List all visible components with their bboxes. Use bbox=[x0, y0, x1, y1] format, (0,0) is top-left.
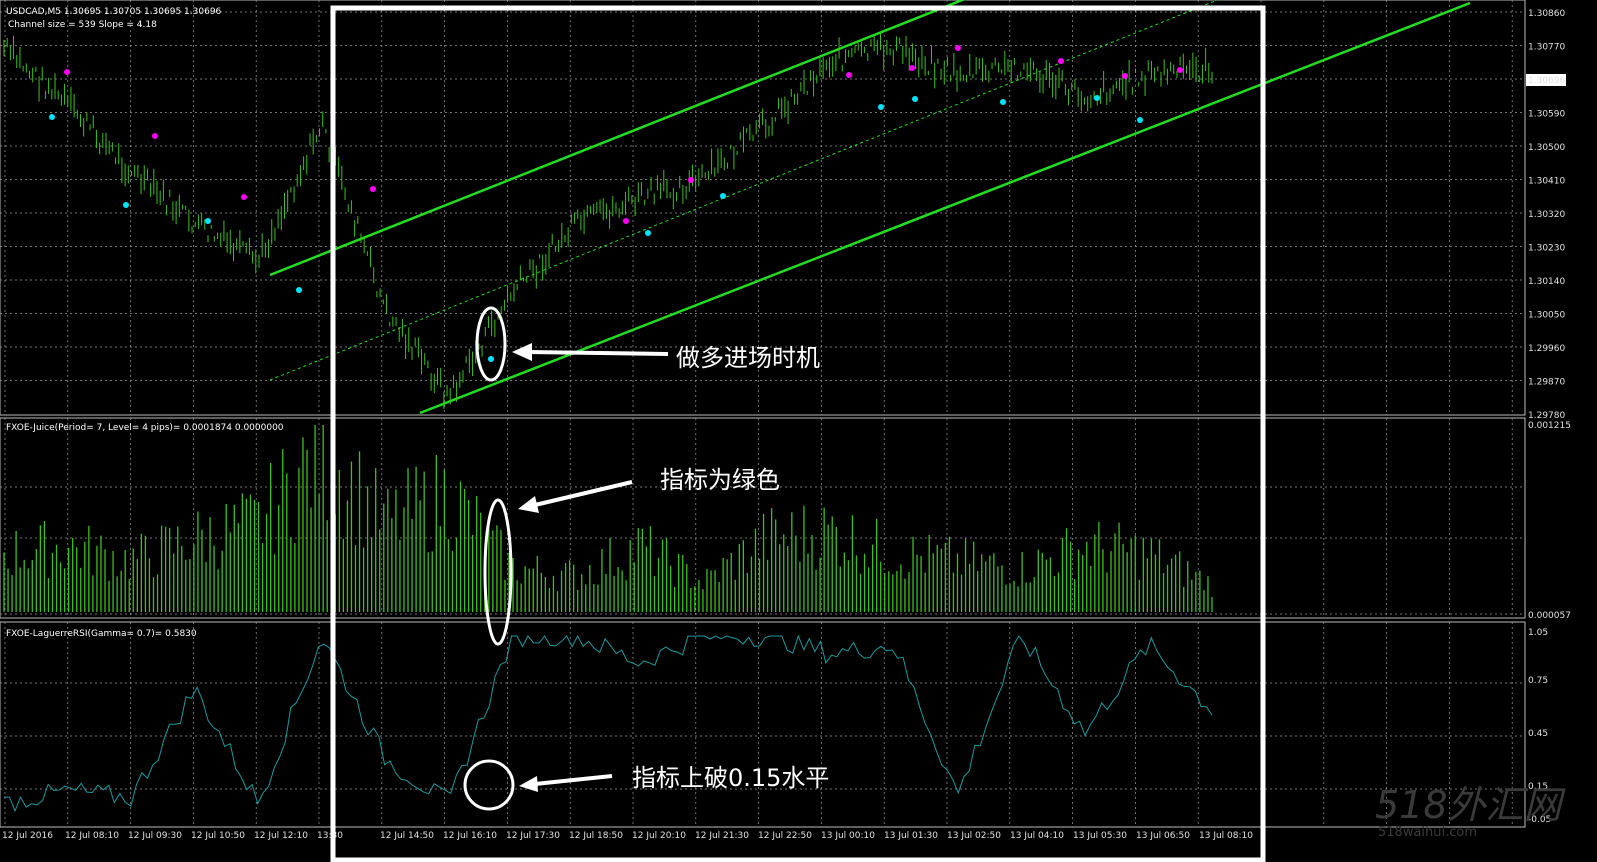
price-tick-label: 1.29960 bbox=[1528, 344, 1565, 354]
price-tick-label: 1.29780 bbox=[1528, 411, 1565, 421]
rsi-label: FXOE-LaguerreRSI(Gamma= 0.7)= 0.5830 bbox=[6, 629, 197, 639]
channel-label: Channel size = 539 Slope = 4.18 bbox=[8, 20, 157, 30]
buy-signal-dot bbox=[912, 96, 918, 102]
time-tick-label: 12 Jul 16:10 bbox=[443, 831, 497, 841]
juice-panel bbox=[0, 417, 1526, 619]
time-tick-label: 12 Jul 08:10 bbox=[65, 831, 119, 841]
regression-channel bbox=[269, 0, 1471, 415]
price-tick-label: 1.30410 bbox=[1528, 177, 1565, 187]
buy-signal-dot bbox=[123, 202, 129, 208]
rsi-annotation: 指标上破0.15水平 bbox=[632, 764, 829, 792]
price-tick-label: 1.29870 bbox=[1528, 378, 1565, 388]
buy-signal-dot bbox=[1094, 95, 1100, 101]
buy-signal-dot bbox=[878, 104, 884, 110]
price-tick-label: 1.30140 bbox=[1528, 277, 1565, 287]
buy-signal-dot bbox=[1000, 99, 1006, 105]
buy-signal-dot bbox=[49, 114, 55, 120]
sell-signal-dot bbox=[1122, 73, 1128, 79]
rsi-tick-label: 0.75 bbox=[1528, 676, 1548, 686]
sell-signal-dot bbox=[1058, 58, 1064, 64]
rsi-arrow bbox=[534, 774, 613, 786]
entry-arrow bbox=[527, 350, 669, 356]
sell-signal-dot bbox=[846, 72, 852, 78]
time-tick-label: 12 Jul 22:50 bbox=[758, 831, 812, 841]
rsi-tick-label: 1.05 bbox=[1528, 628, 1548, 638]
time-tick-label: 12 Jul 2016 bbox=[2, 831, 53, 841]
laguerre-rsi-line bbox=[3, 634, 1213, 813]
juice-axis-bottom: 0.000057 bbox=[1528, 611, 1571, 621]
sell-signal-dot bbox=[370, 186, 376, 192]
green-annotation: 指标为绿色 bbox=[660, 466, 780, 494]
sell-signal-dot bbox=[64, 69, 70, 75]
buy-signal-dot bbox=[205, 218, 211, 224]
time-tick-label: 13 Jul 02:50 bbox=[947, 831, 1001, 841]
time-tick-label: 12 Jul 18:50 bbox=[569, 831, 623, 841]
price-tick-label: 1.30860 bbox=[1528, 9, 1565, 19]
chart-canvas: USDCAD,M5 1.30695 1.30705 1.30695 1.3069… bbox=[0, 0, 1571, 862]
price-tick-label: 1.30500 bbox=[1528, 143, 1565, 153]
juice-histogram bbox=[3, 425, 1213, 612]
channel-upper bbox=[269, 0, 966, 277]
watermark-url: 518waihui.com bbox=[1378, 825, 1477, 840]
buy-signal-dot bbox=[645, 230, 651, 236]
buy-signal-dot bbox=[1137, 117, 1143, 123]
time-tick-label: 12 Jul 21:30 bbox=[695, 831, 749, 841]
sell-signal-dot bbox=[152, 133, 158, 139]
time-tick-label: 12 Jul 20:10 bbox=[632, 831, 686, 841]
time-tick-label: 13 Jul 01:30 bbox=[884, 831, 938, 841]
time-tick-label: 12 Jul 12:10 bbox=[254, 831, 308, 841]
time-axis: 12 Jul 2016 12 Jul 08:10 12 Jul 09:30 12 Ju… bbox=[2, 831, 1253, 841]
juice-label: FXOE-Juice(Period= 7, Level= 4 pips)= 0.… bbox=[6, 423, 284, 433]
entry-arrowhead bbox=[512, 343, 532, 361]
sell-signal-dot bbox=[909, 65, 915, 71]
time-tick-label: 12 Jul 14:50 bbox=[380, 831, 434, 841]
highlight-box bbox=[330, 5, 1266, 862]
rsi-arrowhead bbox=[519, 776, 538, 792]
sell-signal-dot bbox=[688, 177, 694, 183]
symbol-label: USDCAD,M5 1.30695 1.30705 1.30695 1.3069… bbox=[6, 7, 222, 17]
juice-arrowhead bbox=[518, 496, 539, 513]
time-tick-label: 13 Jul 00:10 bbox=[821, 831, 875, 841]
sell-signal-dot bbox=[623, 218, 629, 224]
time-tick-label: 12 Jul 09:30 bbox=[128, 831, 182, 841]
watermark-logo: 518外汇网 bbox=[1375, 783, 1567, 827]
price-tick-label: 1.30050 bbox=[1528, 311, 1565, 321]
time-tick-label: 13:30 bbox=[317, 831, 343, 841]
time-tick-label: 12 Jul 17:30 bbox=[506, 831, 560, 841]
entry-ellipse bbox=[475, 306, 507, 382]
price-tick-label: 1.30590 bbox=[1528, 110, 1565, 120]
time-tick-label: 13 Jul 08:10 bbox=[1199, 831, 1253, 841]
price-tick-label: 1.30770 bbox=[1528, 43, 1565, 53]
buy-signal-dot bbox=[720, 193, 726, 199]
buy-signal-dot bbox=[488, 356, 494, 362]
sell-signal-dot bbox=[241, 194, 247, 200]
rsi-circle bbox=[463, 759, 515, 811]
time-tick-label: 12 Jul 10:50 bbox=[191, 831, 245, 841]
price-tick-label: 1.30230 bbox=[1528, 244, 1565, 254]
price-tick-label: 1.30320 bbox=[1528, 210, 1565, 220]
juice-arrow bbox=[534, 480, 633, 507]
entry-annotation: 做多进场时机 bbox=[676, 344, 820, 372]
juice-axis-top: 0.001215 bbox=[1528, 421, 1571, 431]
time-tick-label: 13 Jul 06:50 bbox=[1136, 831, 1190, 841]
price-axis: 1.30860 1.30770 1.30696 1.30590 1.30500 1.304… bbox=[1526, 9, 1566, 421]
sell-signal-dot bbox=[955, 45, 961, 51]
time-tick-label: 13 Jul 05:30 bbox=[1073, 831, 1127, 841]
sell-signal-dot bbox=[1177, 67, 1183, 73]
time-tick-label: 13 Jul 04:10 bbox=[1010, 831, 1064, 841]
buy-signal-dot bbox=[296, 287, 302, 293]
rsi-panel bbox=[0, 621, 1526, 828]
channel-mid bbox=[269, 0, 1219, 381]
price-tick-label: 1.30696 bbox=[1528, 76, 1565, 86]
rsi-tick-label: 0.45 bbox=[1528, 729, 1548, 739]
